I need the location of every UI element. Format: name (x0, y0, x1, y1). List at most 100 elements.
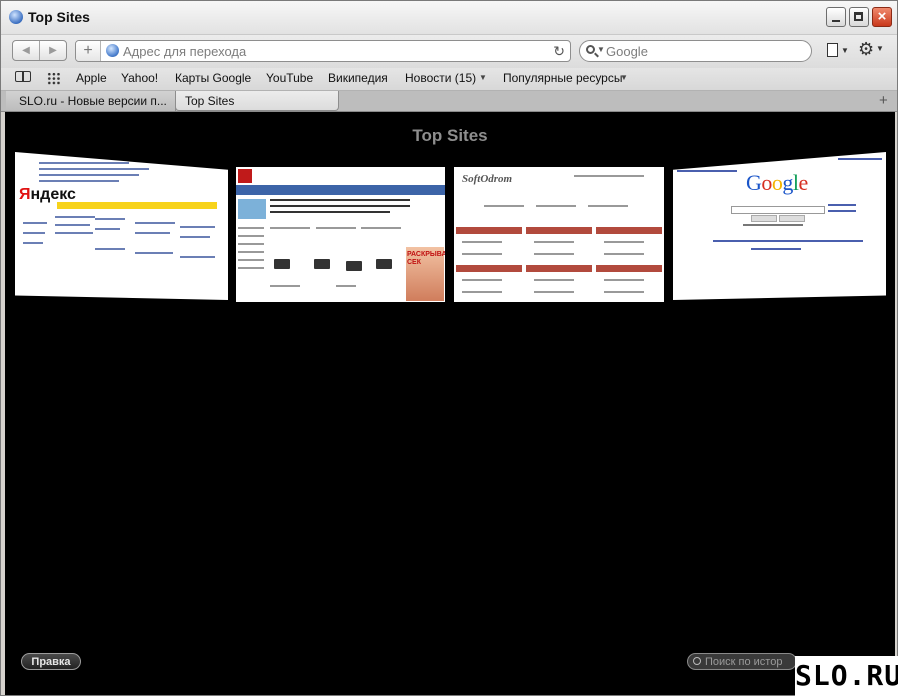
thumb-text-line (39, 180, 119, 182)
chevron-down-icon[interactable]: ▼ (479, 73, 487, 82)
thumb-category-bar (596, 227, 662, 234)
history-search-input[interactable] (705, 655, 795, 668)
thumb-product-image (346, 261, 362, 271)
close-icon: × (877, 8, 887, 25)
thumb-text-line (238, 251, 264, 253)
toolbar: ◀ ▶ + ↻ ▼ ▼ ⚙ ▼ (1, 35, 897, 68)
thumb-text-line (238, 227, 264, 229)
bookmark-yahoo[interactable]: Yahoo! (121, 70, 158, 86)
thumb-text-line (604, 253, 644, 255)
page-title: Top Sites (412, 126, 488, 145)
google-search-button (751, 215, 777, 222)
thumbnail-slo-ru[interactable]: РАСКРЫВАЕ СЕК (236, 167, 445, 302)
thumb-text-line (238, 267, 264, 269)
nav-buttons: ◀ ▶ (12, 40, 67, 61)
globe-icon (106, 44, 119, 57)
thumb-text-line (828, 210, 856, 212)
thumb-text-line (180, 256, 215, 258)
chevron-down-icon[interactable]: ▼ (597, 45, 605, 54)
bookmark-google-maps[interactable]: Карты Google (175, 70, 251, 86)
thumb-promo-text: РАСКРЫВАЕ СЕК (407, 251, 445, 266)
thumb-text-line (574, 175, 644, 177)
edit-button[interactable]: Правка (21, 653, 81, 670)
address-bar: + ↻ (75, 40, 571, 62)
maximize-button[interactable] (849, 7, 869, 27)
address-input[interactable] (123, 43, 543, 59)
title-bar: Top Sites × (1, 1, 897, 35)
thumb-text-line (462, 279, 502, 281)
thumb-category-bar (526, 265, 592, 272)
page-menu-button[interactable]: ▼ (827, 43, 851, 61)
chevron-down-icon: ▼ (876, 44, 884, 53)
thumb-text-line (462, 241, 502, 243)
thumbnail-google[interactable]: Google (673, 152, 886, 300)
thumb-text-line (462, 291, 502, 293)
google-search-box (731, 206, 825, 214)
add-bookmark-button[interactable]: + (76, 41, 101, 61)
thumb-text-line (270, 285, 300, 287)
forward-button[interactable]: ▶ (40, 41, 66, 60)
thumb-text-line (39, 174, 139, 176)
tab-top-sites[interactable]: Top Sites (175, 91, 339, 111)
thumb-text-line (95, 248, 125, 250)
thumb-text-line (23, 222, 47, 224)
thumb-category-bar (596, 265, 662, 272)
bookmark-popular[interactable]: Популярные ресурсы (503, 70, 622, 86)
yandex-search-bar (57, 202, 217, 209)
google-lucky-button (779, 215, 805, 222)
thumb-text-line (95, 218, 125, 220)
thumbnail-softodrom[interactable]: SoftOdrom (454, 167, 664, 302)
thumb-text-line (55, 232, 93, 234)
thumb-text-line (677, 170, 737, 172)
thumb-text-line (270, 227, 310, 229)
thumb-text-line (238, 243, 264, 245)
thumb-text-line (534, 291, 574, 293)
search-field: ▼ (579, 40, 812, 62)
thumb-text-line (743, 224, 803, 226)
thumb-text-line (604, 279, 644, 281)
thumb-text-line (751, 248, 801, 250)
thumb-category-bar (456, 227, 522, 234)
thumb-text-line (238, 235, 264, 237)
thumb-text-line (55, 224, 90, 226)
top-sites-grid-icon[interactable] (47, 72, 61, 85)
bookmark-apple[interactable]: Apple (76, 70, 107, 86)
thumb-text-line (534, 241, 574, 243)
new-tab-button[interactable]: + (879, 91, 888, 110)
settings-menu-button[interactable]: ⚙ ▼ (858, 39, 884, 61)
slo-logo (238, 169, 252, 183)
bookmark-news[interactable]: Новости (15) (405, 70, 476, 86)
back-button[interactable]: ◀ (13, 41, 40, 60)
thumb-text-line (23, 242, 43, 244)
thumb-text-line (238, 259, 264, 261)
thumb-category-bar (526, 227, 592, 234)
bookmark-wikipedia[interactable]: Википедия (328, 70, 388, 86)
thumb-text-line (588, 205, 628, 207)
thumb-text-line (55, 216, 95, 218)
safari-globe-icon (9, 10, 23, 24)
thumb-text-line (713, 240, 863, 242)
bookmark-youtube[interactable]: YouTube (266, 70, 313, 86)
thumb-text-line (604, 241, 644, 243)
thumb-text-line (838, 158, 882, 160)
chevron-down-icon[interactable]: ▼ (620, 73, 628, 82)
thumb-text-line (361, 227, 401, 229)
history-search-field (687, 653, 797, 670)
tab-slo-ru[interactable]: SLO.ru - Новые версии п... (6, 91, 176, 111)
minimize-icon (832, 20, 840, 22)
book-icon[interactable] (15, 71, 33, 84)
minimize-button[interactable] (826, 7, 846, 27)
search-input[interactable] (606, 43, 801, 59)
close-button[interactable]: × (872, 7, 892, 27)
thumbnail-yandex[interactable]: Яндекс (15, 152, 228, 300)
thumb-text-line (270, 199, 410, 201)
reload-button[interactable]: ↻ (553, 42, 565, 60)
search-icon[interactable] (586, 45, 595, 54)
thumb-text-line (135, 232, 170, 234)
thumb-text-line (95, 228, 120, 230)
thumb-product-image (314, 259, 330, 269)
page-icon (827, 43, 838, 57)
chevron-down-icon: ▼ (841, 46, 849, 55)
thumb-text-line (534, 279, 574, 281)
thumb-text-line (336, 285, 356, 287)
